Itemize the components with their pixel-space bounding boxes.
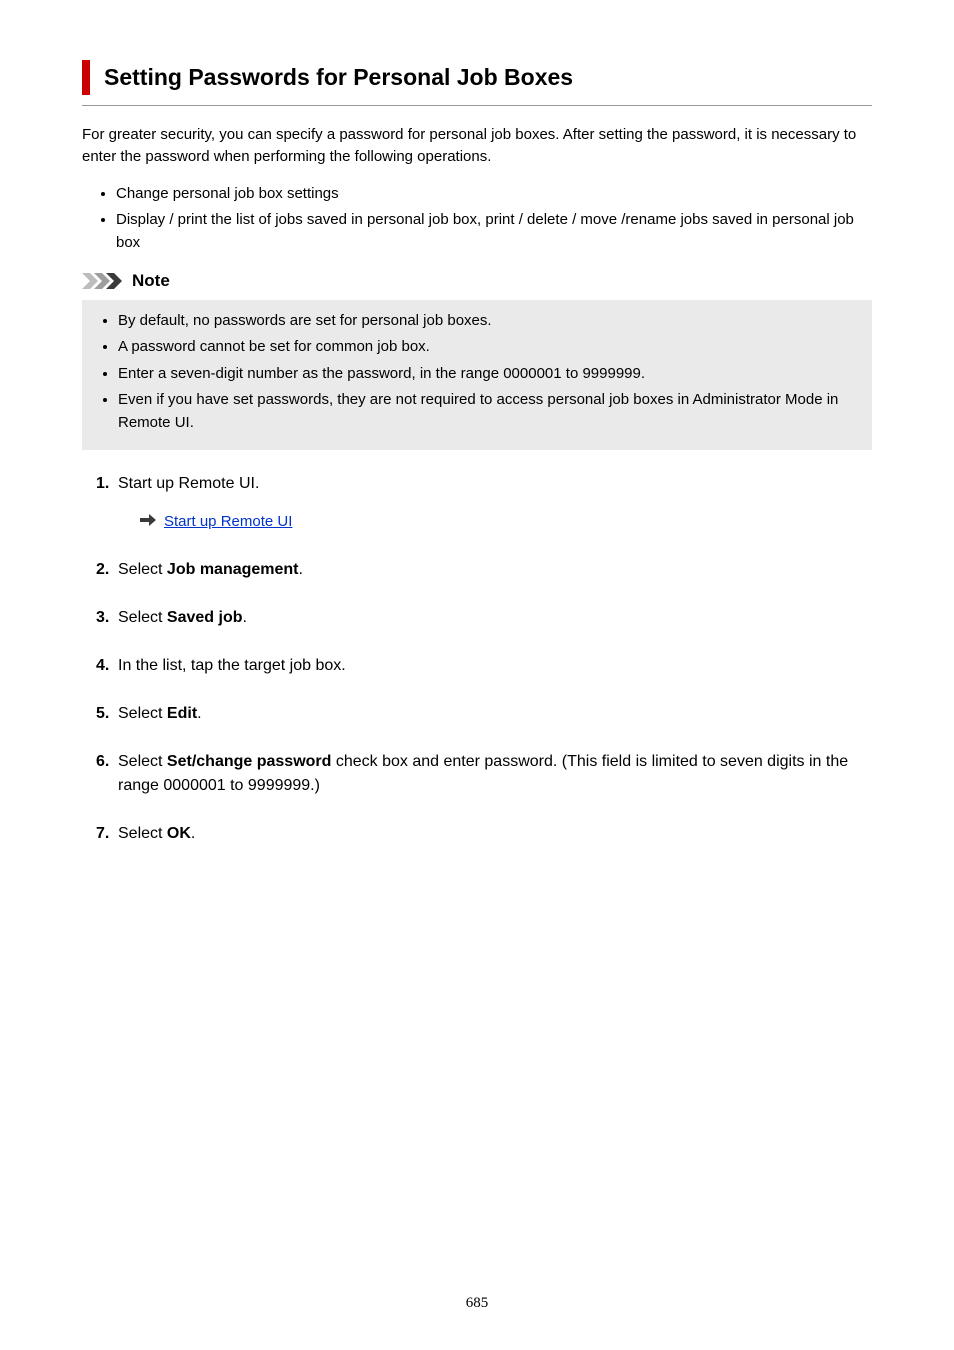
list-item: Change personal job box settings	[116, 183, 872, 206]
list-item: Display / print the list of jobs saved i…	[116, 209, 872, 254]
step-body: Start up Remote UI. Start up Remote UI	[118, 472, 872, 534]
step-text: Select	[118, 753, 167, 770]
step-text: Select	[118, 825, 167, 842]
step-text: Start up Remote UI.	[118, 475, 259, 492]
step-number: 6.	[96, 750, 118, 774]
step-suffix: .	[299, 561, 303, 578]
step-suffix: .	[191, 825, 195, 842]
list-item: Enter a seven-digit number as the passwo…	[118, 363, 852, 386]
step-item: 1. Start up Remote UI. Start up Remote U…	[96, 472, 872, 534]
step-text: Select	[118, 705, 167, 722]
step-text: Select	[118, 609, 167, 626]
operation-list: Change personal job box settings Display…	[82, 183, 872, 255]
step-item: 3. Select Saved job.	[96, 606, 872, 630]
step-item: 6. Select Set/change password check box …	[96, 750, 872, 798]
note-arrows-icon	[82, 273, 126, 289]
step-sublink: Start up Remote UI	[118, 510, 872, 534]
step-number: 7.	[96, 822, 118, 846]
list-item: A password cannot be set for common job …	[118, 336, 852, 359]
note-body: By default, no passwords are set for per…	[82, 300, 872, 451]
step-suffix: .	[243, 609, 247, 626]
step-item: 7. Select OK.	[96, 822, 872, 846]
note-label: Note	[132, 268, 170, 294]
step-body: In the list, tap the target job box.	[118, 654, 872, 678]
step-body: Select Saved job.	[118, 606, 872, 630]
note-block: Note By default, no passwords are set fo…	[82, 268, 872, 450]
step-suffix: .	[197, 705, 201, 722]
remote-ui-link[interactable]: Start up Remote UI	[164, 511, 292, 534]
page-number: 685	[0, 1292, 954, 1315]
intro-text: For greater security, you can specify a …	[82, 124, 872, 169]
step-number: 4.	[96, 654, 118, 678]
step-text: In the list, tap the target job box.	[118, 657, 346, 674]
title-accent: Setting Passwords for Personal Job Boxes	[82, 60, 872, 95]
step-body: Select Job management.	[118, 558, 872, 582]
page-title: Setting Passwords for Personal Job Boxes	[104, 60, 872, 95]
step-bold: Set/change password	[167, 753, 332, 770]
list-item: Even if you have set passwords, they are…	[118, 389, 852, 434]
steps-list: 1. Start up Remote UI. Start up Remote U…	[82, 472, 872, 846]
step-body: Select OK.	[118, 822, 872, 846]
step-number: 3.	[96, 606, 118, 630]
step-number: 5.	[96, 702, 118, 726]
step-text: Select	[118, 561, 167, 578]
step-bold: Job management	[167, 561, 299, 578]
step-body: Select Edit.	[118, 702, 872, 726]
step-item: 5. Select Edit.	[96, 702, 872, 726]
note-header: Note	[82, 268, 872, 294]
step-bold: Edit	[167, 705, 197, 722]
step-item: 2. Select Job management.	[96, 558, 872, 582]
step-number: 2.	[96, 558, 118, 582]
step-item: 4. In the list, tap the target job box.	[96, 654, 872, 678]
step-bold: Saved job	[167, 609, 243, 626]
step-bold: OK	[167, 825, 191, 842]
arrow-right-icon	[140, 510, 156, 534]
list-item: By default, no passwords are set for per…	[118, 310, 852, 333]
step-body: Select Set/change password check box and…	[118, 750, 872, 798]
title-section: Setting Passwords for Personal Job Boxes	[82, 60, 872, 106]
step-number: 1.	[96, 472, 118, 496]
